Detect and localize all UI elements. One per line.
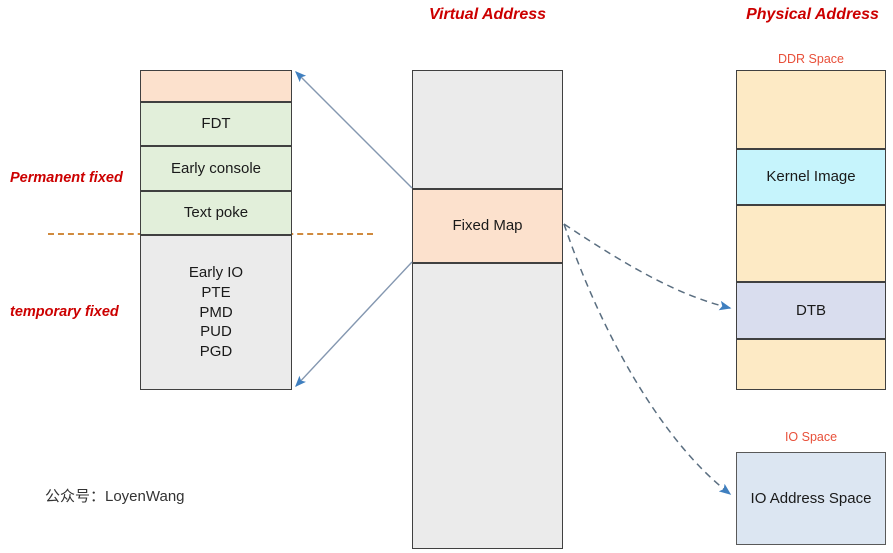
fixmap-segment-text-poke[interactable]: Text poke	[140, 191, 292, 235]
temporary-line-pud: PUD	[200, 323, 232, 341]
ddr-segment-empty-3[interactable]	[736, 339, 886, 390]
fixmap-segment-early-console[interactable]: Early console	[140, 146, 292, 191]
temporary-line-pte: PTE	[201, 283, 231, 301]
temporary-line-early-io: Early IO	[188, 264, 244, 281]
virtual-address-space-box: Fixed Map	[412, 70, 563, 549]
io-address-space-box[interactable]: IO Address Space	[736, 452, 886, 545]
fixmap-segment-fdt[interactable]: FDT	[140, 102, 292, 146]
fixmap-segment-top-empty[interactable]	[140, 70, 292, 102]
arrow-fixmap-bottom	[295, 261, 413, 388]
fixmap-stack: FDT Early console Text poke Early IO PTE…	[140, 70, 292, 390]
fixmap-segment-temporary[interactable]: Early IO PTE PMD PUD PGD	[140, 235, 292, 390]
temporary-fixed-label: temporary fixed	[10, 304, 119, 320]
io-space-sublabel: IO Space	[784, 430, 838, 444]
arrow-fixmap-to-io	[563, 223, 732, 495]
ddr-space-sublabel: DDR Space	[778, 52, 844, 66]
watermark-text: 公众号：LoyenWang	[45, 488, 185, 505]
permanent-fixed-label: Permanent fixed	[10, 170, 123, 186]
virtual-segment-lower[interactable]	[412, 263, 563, 549]
virtual-segment-fixed-map[interactable]: Fixed Map	[412, 189, 563, 263]
diagram-canvas: Virtual Address Physical Address DDR Spa…	[0, 0, 893, 553]
virtual-address-heading: Virtual Address	[428, 6, 547, 23]
temporary-line-pmd: PMD	[199, 303, 233, 321]
physical-address-heading: Physical Address	[746, 6, 879, 23]
ddr-segment-dtb[interactable]: DTB	[736, 282, 886, 339]
ddr-segment-empty-2[interactable]	[736, 205, 886, 282]
ddr-segment-empty-1[interactable]	[736, 70, 886, 149]
virtual-segment-upper[interactable]	[412, 70, 563, 189]
arrow-fixmap-top	[295, 71, 413, 189]
arrow-fixmap-to-dtb	[563, 223, 732, 311]
ddr-space-box: Kernel Image DTB	[736, 70, 886, 390]
ddr-segment-kernel-image[interactable]: Kernel Image	[736, 149, 886, 205]
temporary-line-pgd: PGD	[199, 343, 233, 361]
